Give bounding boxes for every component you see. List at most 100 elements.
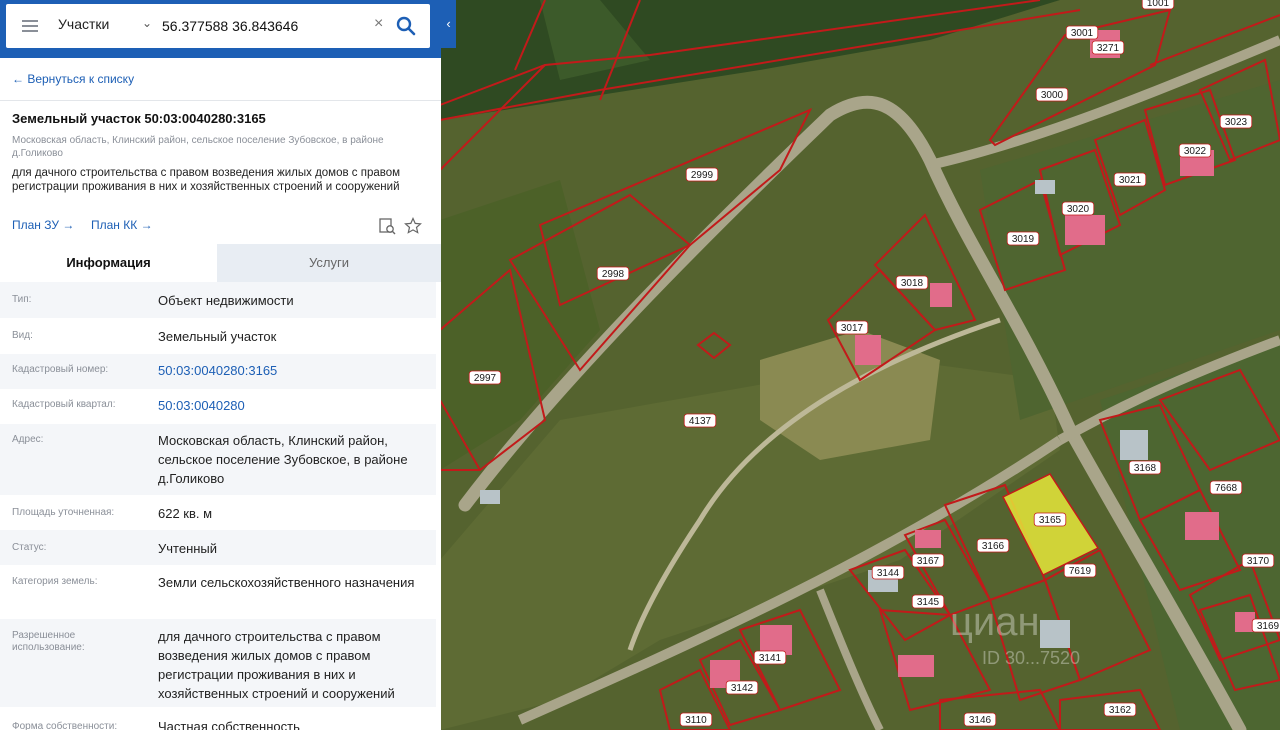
tab-information[interactable]: Информация (0, 244, 217, 282)
menu-icon[interactable] (22, 20, 38, 32)
parcel-label-3165[interactable]: 3165 (1033, 512, 1067, 527)
parcel-label-3000[interactable]: 3000 (1035, 87, 1069, 102)
info-sidebar: Участки ⌄ × ← Вернуться к списку Земельн… (0, 0, 441, 730)
info-row-label: Адрес: (12, 434, 44, 445)
parcel-label-3142[interactable]: 3142 (725, 680, 759, 695)
parcel-label-3141[interactable]: 3141 (753, 650, 787, 665)
svg-text:3162: 3162 (1109, 705, 1132, 716)
parcel-label-3166[interactable]: 3166 (976, 538, 1010, 553)
svg-text:3166: 3166 (982, 541, 1005, 552)
parcel-label-2999[interactable]: 2999 (685, 167, 719, 182)
parcel-label-2997[interactable]: 2997 (468, 370, 502, 385)
back-to-list-link[interactable]: ← Вернуться к списку (12, 72, 134, 86)
info-row-type: Тип: Объект недвижимости (0, 282, 436, 318)
info-row-status: Статус: Учтенный (0, 530, 436, 565)
tab-services[interactable]: Услуги (217, 244, 441, 282)
search-icon[interactable] (396, 16, 416, 36)
info-row-value: Земельный участок (158, 329, 277, 344)
document-search-icon[interactable] (378, 217, 396, 235)
divider (0, 100, 441, 101)
parcel-label-3020[interactable]: 3020 (1061, 201, 1095, 216)
svg-text:3001: 3001 (1071, 28, 1094, 39)
svg-text:3169: 3169 (1257, 621, 1280, 632)
svg-text:4137: 4137 (689, 416, 712, 427)
parcel-label-1001[interactable]: 1001 (1141, 0, 1175, 10)
svg-text:3110: 3110 (685, 715, 707, 726)
layer-selector[interactable]: Участки (58, 16, 109, 32)
parcel-title: Земельный участок 50:03:0040280:3165 (12, 111, 266, 126)
plan-zu-link[interactable]: План ЗУ → (12, 218, 74, 232)
info-row-value: Частная собственность (158, 719, 300, 730)
info-row-kind: Вид: Земельный участок (0, 318, 436, 354)
info-row-ownership: Форма собственности: Частная собственнос… (0, 707, 436, 730)
parcel-label-7668[interactable]: 7668 (1209, 480, 1243, 495)
svg-text:3141: 3141 (759, 653, 782, 664)
parcel-location: Московская область, Клинский район, сель… (12, 135, 384, 159)
parcel-label-3017[interactable]: 3017 (835, 320, 869, 335)
cadastral-number-link[interactable]: 50:03:0040280:3165 (158, 361, 430, 380)
svg-text:3022: 3022 (1184, 146, 1207, 157)
parcel-label-3144[interactable]: 3144 (871, 565, 905, 580)
cadastral-quarter-link[interactable]: 50:03:0040280 (158, 396, 430, 415)
parcel-label-3168[interactable]: 3168 (1128, 460, 1162, 475)
chevron-down-icon[interactable]: ⌄ (142, 16, 152, 30)
parcel-label-3170[interactable]: 3170 (1241, 553, 1275, 568)
parcel-label-3110[interactable]: 3110 (679, 712, 713, 727)
parcel-label-2998[interactable]: 2998 (596, 266, 630, 281)
parcel-label-3145[interactable]: 3145 (911, 594, 945, 609)
svg-text:3023: 3023 (1225, 117, 1248, 128)
parcel-label-3021[interactable]: 3021 (1113, 172, 1147, 187)
parcel-label-3162[interactable]: 3162 (1103, 702, 1137, 717)
parcel-label-3019[interactable]: 3019 (1006, 231, 1040, 246)
parcel-label-3001[interactable]: 3001 (1065, 25, 1099, 40)
svg-text:3165: 3165 (1039, 515, 1062, 526)
parcel-label-3169[interactable]: 3169 (1251, 618, 1280, 633)
svg-text:1001: 1001 (1147, 0, 1170, 9)
watermark-id: ID 30...7520 (982, 648, 1081, 668)
svg-text:3018: 3018 (901, 278, 924, 289)
svg-text:2999: 2999 (691, 170, 714, 181)
info-row-cadastral-quarter: Кадастровый квартал: 50:03:0040280 (0, 389, 436, 424)
parcel-label-3167[interactable]: 3167 (911, 553, 945, 568)
search-input[interactable] (162, 14, 372, 38)
info-row-value: Объект недвижимости (158, 293, 294, 308)
svg-text:3017: 3017 (841, 323, 864, 334)
svg-text:3145: 3145 (917, 597, 940, 608)
parcel-label-3146[interactable]: 3146 (963, 712, 997, 727)
info-row-label: Категория земель: (12, 576, 98, 587)
info-row-permitted-use: Разрешенное использование: для дачного с… (0, 619, 436, 707)
info-row-value: Московская область, Клинский район, сель… (158, 433, 408, 486)
search-bar: Участки ⌄ × (0, 0, 441, 58)
parcel-label-3022[interactable]: 3022 (1178, 143, 1212, 158)
svg-text:3021: 3021 (1119, 175, 1142, 186)
info-row-label: Тип: (12, 294, 32, 305)
close-icon[interactable]: × (374, 15, 383, 33)
info-row-address: Адрес: Московская область, Клинский райо… (0, 424, 436, 495)
svg-text:3000: 3000 (1041, 90, 1064, 101)
info-row-value: Учтенный (158, 541, 218, 556)
svg-text:3142: 3142 (731, 683, 754, 694)
parcel-label-3023[interactable]: 3023 (1219, 114, 1253, 129)
search-box: Участки ⌄ × (6, 4, 430, 48)
plan-kk-link[interactable]: План КК → (91, 218, 153, 232)
info-row-value: Земли сельскохозяйственного назначения (158, 575, 415, 590)
parcel-label-4137[interactable]: 4137 (683, 413, 717, 428)
parcel-purpose: для дачного строительства с правом возве… (12, 167, 401, 193)
svg-text:3271: 3271 (1097, 43, 1120, 54)
info-row-label: Статус: (12, 542, 47, 553)
svg-text:3168: 3168 (1134, 463, 1157, 474)
info-row-value: для дачного строительства с правом возве… (158, 629, 395, 701)
parcel-label-7619[interactable]: 7619 (1063, 563, 1097, 578)
info-row-area: Площадь уточненная: 622 кв. м (0, 495, 436, 530)
collapse-panel-button[interactable]: ‹ (441, 0, 456, 48)
star-icon[interactable] (404, 217, 422, 235)
parcel-label-3271[interactable]: 3271 (1091, 40, 1125, 55)
info-row-value: 622 кв. м (158, 506, 213, 521)
info-row-label: Вид: (12, 330, 33, 341)
svg-text:2998: 2998 (602, 269, 625, 280)
svg-text:3167: 3167 (917, 556, 940, 567)
svg-text:2997: 2997 (474, 373, 497, 384)
svg-text:7619: 7619 (1069, 566, 1092, 577)
info-row-land-category: Категория земель: Земли сельскохозяйстве… (0, 565, 436, 619)
parcel-label-3018[interactable]: 3018 (895, 275, 929, 290)
